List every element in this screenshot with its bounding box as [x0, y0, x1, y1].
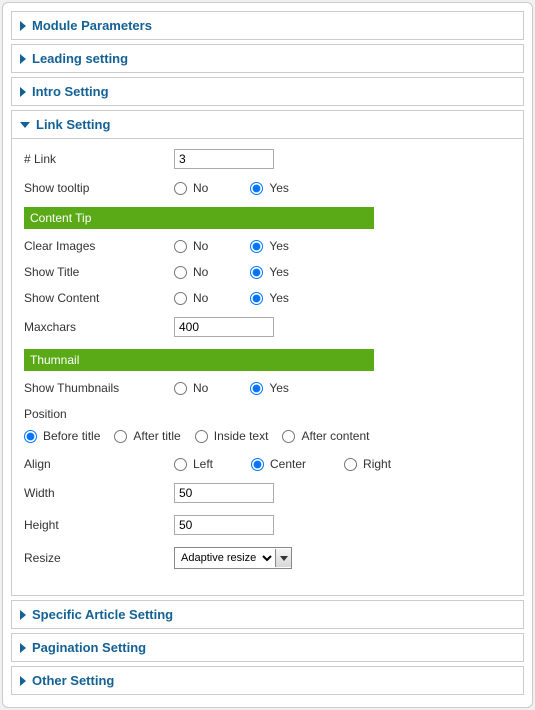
header-label: Pagination Setting [32, 640, 146, 655]
radios-show-tooltip: No Yes [174, 181, 289, 195]
header-label: Link Setting [36, 117, 110, 132]
section-specific-article-setting: Specific Article Setting [11, 600, 524, 629]
radio-position-inside[interactable]: Inside text [195, 429, 269, 443]
radios-show-title: No Yes [174, 265, 289, 279]
dropdown-icon [275, 549, 291, 567]
header-label: Specific Article Setting [32, 607, 173, 622]
radio-align-center[interactable]: Center [251, 457, 306, 471]
header-module-parameters[interactable]: Module Parameters [12, 12, 523, 39]
radio-position-after-content[interactable]: After content [282, 429, 369, 443]
radio-align-left[interactable]: Left [174, 457, 213, 471]
label-show-thumbnails: Show Thumbnails [24, 381, 174, 395]
row-show-content: Show Content No Yes [24, 291, 511, 305]
label-resize: Resize [24, 551, 174, 565]
radio-position-before[interactable]: Before title [24, 429, 100, 443]
radio-show-thumbnails-yes[interactable]: Yes [250, 381, 289, 395]
input-maxchars[interactable] [174, 317, 274, 337]
header-link-setting[interactable]: Link Setting [12, 111, 523, 138]
radio-show-content-no[interactable]: No [174, 291, 208, 305]
row-maxchars: Maxchars [24, 317, 511, 337]
input-width[interactable] [174, 483, 274, 503]
chevron-right-icon [20, 643, 26, 653]
radios-show-thumbnails: No Yes [174, 381, 289, 395]
settings-panel: Module Parameters Leading setting Intro … [2, 2, 533, 708]
chevron-right-icon [20, 54, 26, 64]
radios-show-content: No Yes [174, 291, 289, 305]
header-label: Other Setting [32, 673, 114, 688]
input-height[interactable] [174, 515, 274, 535]
row-show-title: Show Title No Yes [24, 265, 511, 279]
label-width: Width [24, 486, 174, 500]
section-intro-setting: Intro Setting [11, 77, 524, 106]
row-num-link: # Link [24, 149, 511, 169]
radio-show-title-no[interactable]: No [174, 265, 208, 279]
header-intro-setting[interactable]: Intro Setting [12, 78, 523, 105]
radio-clear-images-no[interactable]: No [174, 239, 208, 253]
label-clear-images: Clear Images [24, 239, 174, 253]
header-thumbnail: Thumnail [24, 349, 374, 371]
row-align: Align Left Center Right [24, 457, 511, 471]
header-specific-article-setting[interactable]: Specific Article Setting [12, 601, 523, 628]
radio-show-content-yes[interactable]: Yes [250, 291, 289, 305]
label-position: Position [24, 407, 511, 421]
select-resize-wrap[interactable]: Adaptive resize [174, 547, 292, 569]
section-pagination-setting: Pagination Setting [11, 633, 524, 662]
label-num-link: # Link [24, 152, 174, 166]
section-leading-setting: Leading setting [11, 44, 524, 73]
link-setting-body: # Link Show tooltip No Yes Content Tip C… [12, 138, 523, 595]
label-maxchars: Maxchars [24, 320, 174, 334]
row-show-thumbnails: Show Thumbnails No Yes [24, 381, 511, 395]
radios-position: Before title After title Inside text Aft… [24, 429, 511, 443]
radio-clear-images-yes[interactable]: Yes [250, 239, 289, 253]
chevron-right-icon [20, 87, 26, 97]
row-width: Width [24, 483, 511, 503]
chevron-right-icon [20, 21, 26, 31]
radio-show-tooltip-yes[interactable]: Yes [250, 181, 289, 195]
section-module-parameters: Module Parameters [11, 11, 524, 40]
label-show-content: Show Content [24, 291, 174, 305]
header-label: Leading setting [32, 51, 128, 66]
row-resize: Resize Adaptive resize [24, 547, 511, 569]
chevron-right-icon [20, 676, 26, 686]
input-num-link[interactable] [174, 149, 274, 169]
label-height: Height [24, 518, 174, 532]
select-resize[interactable]: Adaptive resize [175, 548, 275, 568]
radio-show-thumbnails-no[interactable]: No [174, 381, 208, 395]
radio-show-tooltip-no[interactable]: No [174, 181, 208, 195]
header-content-tip: Content Tip [24, 207, 374, 229]
row-clear-images: Clear Images No Yes [24, 239, 511, 253]
label-align: Align [24, 457, 174, 471]
radios-align: Left Center Right [174, 457, 391, 471]
header-other-setting[interactable]: Other Setting [12, 667, 523, 694]
label-show-tooltip: Show tooltip [24, 181, 174, 195]
header-leading-setting[interactable]: Leading setting [12, 45, 523, 72]
radios-clear-images: No Yes [174, 239, 289, 253]
radio-position-after[interactable]: After title [114, 429, 180, 443]
chevron-down-icon [20, 122, 30, 128]
row-height: Height [24, 515, 511, 535]
header-pagination-setting[interactable]: Pagination Setting [12, 634, 523, 661]
radio-show-title-yes[interactable]: Yes [250, 265, 289, 279]
section-other-setting: Other Setting [11, 666, 524, 695]
section-link-setting: Link Setting # Link Show tooltip No Yes … [11, 110, 524, 596]
radio-align-right[interactable]: Right [344, 457, 391, 471]
chevron-right-icon [20, 610, 26, 620]
header-label: Module Parameters [32, 18, 152, 33]
row-show-tooltip: Show tooltip No Yes [24, 181, 511, 195]
header-label: Intro Setting [32, 84, 109, 99]
label-show-title: Show Title [24, 265, 174, 279]
